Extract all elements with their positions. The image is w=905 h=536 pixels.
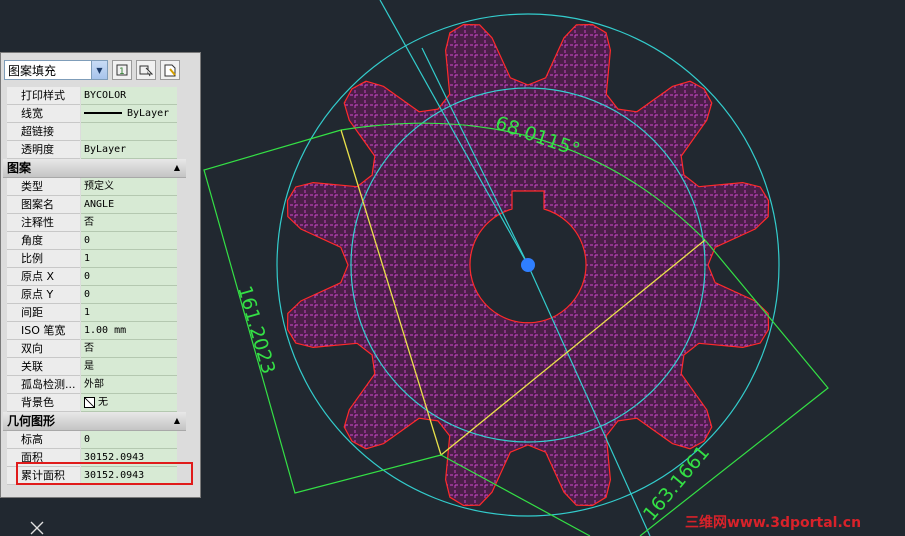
pattern-category-header[interactable]: 图案 ▲ [3,159,186,178]
property-value[interactable]: 是 [81,358,177,376]
svg-text:1: 1 [119,67,125,77]
property-value[interactable]: 1 [81,250,177,268]
property-value[interactable]: 0 [81,431,177,449]
property-key: 孤岛检测... [7,376,80,394]
property-value[interactable]: 预定义 [81,178,177,196]
select-objects-icon [139,65,153,77]
property-key: 关联 [7,358,80,376]
watermark-text: 三维网www.3dportal.cn [685,514,861,531]
property-key: 标高 [7,431,80,449]
property-value[interactable]: ANGLE [81,196,177,214]
property-key: 类型 [7,178,80,196]
property-row[interactable]: 双向否 [1,340,200,358]
no-color-swatch-icon [84,396,95,408]
property-value-text: 否 [84,343,94,354]
property-value-text: 1 [84,307,91,318]
property-row[interactable]: 类型 预定义 [1,178,200,196]
property-value[interactable]: 否 [81,214,177,232]
property-key: 角度 [7,232,80,250]
property-value[interactable]: ByLayer [81,105,177,123]
property-key: 注释性 [7,214,80,232]
palette-toolbar: 图案填充 ▼ 1 [1,53,200,87]
toggle-pickadd-button[interactable]: 1 [112,60,132,80]
property-key: 间距 [7,304,80,322]
quick-select-icon [164,64,176,77]
ucs-cursor-icon [30,521,44,535]
property-key: 打印样式 [7,87,80,105]
property-value[interactable]: 0 [81,268,177,286]
center-point[interactable] [521,258,535,272]
property-row[interactable]: 角度 0 [1,232,200,250]
property-row[interactable]: 打印样式 BYCOLOR [1,87,200,105]
property-value[interactable]: ByLayer [81,141,177,159]
property-row[interactable]: ISO 笔宽 1.00 mm [1,322,200,340]
pattern-properties-section: 类型 预定义 图案名 ANGLE 注释性否角度 0 比例 1 原点 X 0 原点 Y 0 间距 1 ISO … [1,178,200,412]
collapse-triangle-icon[interactable]: ▲ [174,412,186,430]
property-key: 双向 [7,340,80,358]
property-row[interactable]: 原点 Y 0 [1,286,200,304]
property-value-text: 外部 [84,379,104,390]
property-value[interactable]: 无 [81,394,177,412]
property-value-text: ByLayer [127,108,170,119]
property-key: 原点 Y [7,286,80,304]
property-value-text: 0 [84,434,91,445]
property-value-text: 无 [98,397,108,408]
property-value[interactable]: 否 [81,340,177,358]
pattern-category-title: 图案 [7,161,32,175]
property-value[interactable] [81,123,177,141]
property-value[interactable]: 0 [81,232,177,250]
property-key: 图案名 [7,196,80,214]
property-row[interactable]: 间距 1 [1,304,200,322]
property-key: 超链接 [7,123,80,141]
object-type-select[interactable]: 图案填充 ▼ [4,60,108,80]
property-value-text: 1 [84,253,91,264]
property-row[interactable]: 标高 0 [1,431,200,449]
property-value-text: 是 [84,361,94,372]
right-dimension-text: 163.1661 [639,442,714,526]
property-key: 原点 X [7,268,80,286]
property-value-text: ByLayer [84,144,127,155]
property-key: 比例 [7,250,80,268]
property-value-text: ANGLE [84,199,115,210]
chevron-down-icon[interactable]: ▼ [91,61,107,79]
property-value-text: 1.00 mm [84,325,127,336]
object-type-value: 图案填充 [8,63,57,78]
general-properties-section: 打印样式 BYCOLOR 线宽 ByLayer 超链接 透明度 ByLayer [1,87,200,159]
property-value[interactable]: BYCOLOR [81,87,177,105]
collapse-triangle-icon[interactable]: ▲ [174,159,186,177]
select-objects-button[interactable] [136,60,156,80]
geometry-category-title: 几何图形 [7,414,56,428]
area-highlight-box [16,462,193,485]
property-value-text: BYCOLOR [84,90,127,101]
property-row[interactable]: 原点 X 0 [1,268,200,286]
left-dimension-text: 161.2023 [233,283,279,376]
property-key: 背景色 [7,394,80,412]
property-key: 线宽 [7,105,80,123]
toggle-pickadd-icon: 1 [116,64,128,77]
quick-select-button[interactable] [160,60,180,80]
property-row[interactable]: 比例 1 [1,250,200,268]
property-row[interactable]: 线宽 ByLayer [1,105,200,123]
property-key: ISO 笔宽 [7,322,80,340]
geometry-category-header[interactable]: 几何图形 ▲ [3,412,186,431]
property-row[interactable]: 超链接 [1,123,200,141]
property-value[interactable]: 1 [81,304,177,322]
property-row[interactable]: 背景色 无 [1,394,200,412]
property-row[interactable]: 透明度 ByLayer [1,141,200,159]
property-value-text: 否 [84,217,94,228]
property-value-text: 0 [84,289,91,300]
lineweight-swatch-icon [84,112,122,114]
property-key: 透明度 [7,141,80,159]
property-value[interactable]: 0 [81,286,177,304]
property-row[interactable]: 关联是 [1,358,200,376]
property-row[interactable]: 孤岛检测... 外部 [1,376,200,394]
property-value-text: 预定义 [84,181,114,192]
property-row[interactable]: 图案名 ANGLE [1,196,200,214]
property-value[interactable]: 1.00 mm [81,322,177,340]
property-value-text: 0 [84,235,91,246]
property-value-text: 0 [84,271,91,282]
properties-palette[interactable]: 图案填充 ▼ 1 打印样式 BYCOLOR 线宽 ByLayer 超链接 透明度 ByLay… [0,52,201,498]
property-row[interactable]: 注释性否 [1,214,200,232]
property-value[interactable]: 外部 [81,376,177,394]
